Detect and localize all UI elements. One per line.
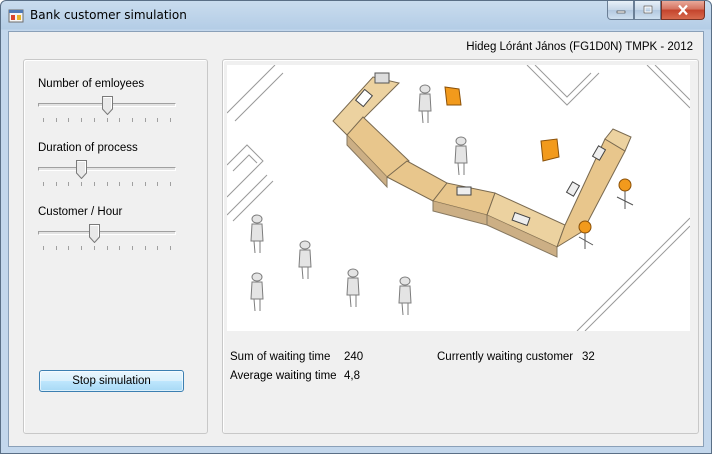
avg-waiting-value: 4,8	[344, 370, 360, 382]
slider-tick	[170, 182, 171, 186]
close-button[interactable]	[661, 1, 705, 20]
slider-track	[38, 167, 176, 171]
person	[346, 268, 360, 308]
slider-tick	[81, 182, 82, 186]
settings-panel: Number of emloyees Duration of process C…	[23, 59, 208, 434]
slider-tick	[68, 182, 69, 186]
person	[454, 136, 468, 176]
app-icon	[8, 9, 24, 23]
customer-rate-slider[interactable]	[38, 224, 178, 252]
slider-tick	[107, 182, 108, 186]
slider-tick	[157, 118, 158, 122]
minimize-button[interactable]	[607, 1, 634, 20]
slider-tick	[107, 246, 108, 250]
sum-waiting-value: 240	[344, 351, 364, 363]
customer-rate-label: Customer / Hour	[38, 206, 123, 218]
slider-tick	[81, 246, 82, 250]
employees-label: Number of emloyees	[38, 78, 145, 90]
slider-ticks	[41, 182, 175, 186]
slider-ticks	[41, 118, 175, 122]
slider-tick	[170, 118, 171, 122]
close-icon	[678, 4, 688, 16]
duration-slider[interactable]	[38, 160, 178, 188]
sum-waiting-label: Sum of waiting time	[230, 351, 331, 363]
slider-tick	[145, 182, 146, 186]
simulation-view	[226, 64, 691, 332]
slider-tick	[132, 246, 133, 250]
slider-tick	[94, 118, 95, 122]
main-window: Bank customer simulation Hideg Lóránt Já…	[0, 0, 712, 454]
slider-thumb[interactable]	[102, 96, 113, 115]
slider-tick	[94, 246, 95, 250]
current-waiting-label: Currently waiting customer	[437, 351, 574, 363]
slider-tick	[145, 246, 146, 250]
slider-tick	[132, 182, 133, 186]
avg-waiting-label: Average waiting time	[230, 370, 337, 382]
office-floor-plan	[226, 64, 691, 332]
employees-slider[interactable]	[38, 96, 178, 124]
stop-simulation-button[interactable]: Stop simulation	[39, 370, 184, 392]
slider-tick	[43, 182, 44, 186]
slider-tick	[43, 118, 44, 122]
slider-tick	[132, 118, 133, 122]
maximize-button[interactable]	[634, 1, 661, 20]
minimize-icon	[616, 10, 625, 14]
slider-tick	[56, 118, 57, 122]
person	[250, 272, 264, 312]
caption-buttons	[607, 1, 705, 21]
window-title: Bank customer simulation	[30, 8, 187, 22]
simulation-panel: Sum of waiting time 240 Average waiting …	[222, 59, 699, 434]
title-bar[interactable]: Bank customer simulation	[1, 1, 711, 31]
slider-ticks	[41, 246, 175, 250]
author-label: Hideg Lóránt János (FG1D0N) TMPK - 2012	[466, 41, 693, 53]
client-area: Hideg Lóránt János (FG1D0N) TMPK - 2012 …	[8, 31, 704, 447]
person	[418, 84, 432, 124]
person	[398, 276, 412, 316]
current-waiting-value: 32	[582, 351, 595, 363]
slider-thumb[interactable]	[76, 160, 87, 179]
slider-tick	[170, 246, 171, 250]
slider-tick	[81, 118, 82, 122]
slider-thumb[interactable]	[89, 224, 100, 243]
slider-track	[38, 231, 176, 235]
slider-tick	[43, 246, 44, 250]
slider-tick	[119, 246, 120, 250]
slider-tick	[157, 246, 158, 250]
slider-tick	[119, 118, 120, 122]
slider-tick	[145, 118, 146, 122]
slider-tick	[107, 118, 108, 122]
slider-tick	[119, 182, 120, 186]
slider-tick	[56, 182, 57, 186]
slider-tick	[157, 182, 158, 186]
slider-tick	[56, 246, 57, 250]
duration-label: Duration of process	[38, 142, 138, 154]
slider-tick	[68, 246, 69, 250]
slider-tick	[68, 118, 69, 122]
person	[250, 214, 264, 254]
maximize-icon	[643, 5, 652, 14]
slider-tick	[94, 182, 95, 186]
person	[298, 240, 312, 280]
